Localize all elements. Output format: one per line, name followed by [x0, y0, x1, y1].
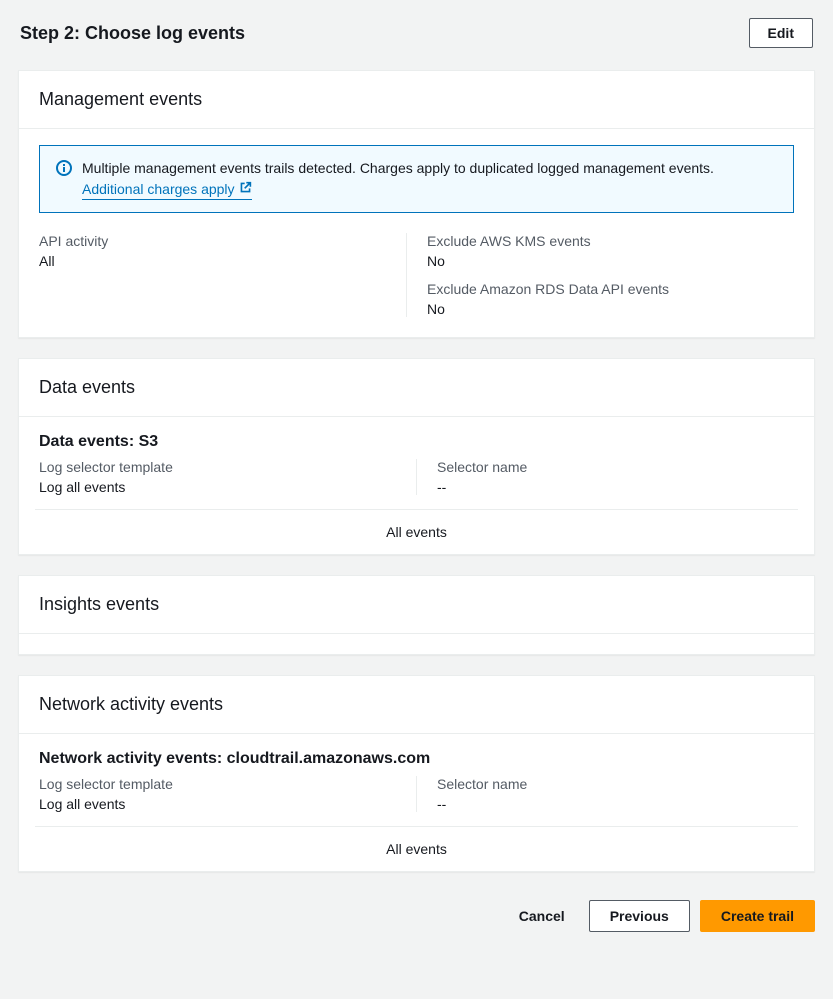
- exclude-rds-label: Exclude Amazon RDS Data API events: [427, 281, 774, 297]
- exclude-rds-value: No: [427, 301, 774, 317]
- data-events-subheading: Data events: S3: [39, 433, 794, 451]
- info-alert: Multiple management events trails detect…: [39, 145, 794, 213]
- network-selector-template-label: Log selector template: [39, 776, 396, 792]
- network-events-title: Network activity events: [39, 694, 794, 715]
- network-selector-name-label: Selector name: [437, 776, 794, 792]
- management-events-panel: Management events Multiple management ev…: [18, 70, 815, 338]
- data-selector-name-value: --: [437, 479, 794, 495]
- edit-button[interactable]: Edit: [749, 18, 813, 48]
- exclude-kms-value: No: [427, 253, 774, 269]
- management-events-title: Management events: [39, 89, 794, 110]
- data-selector-template-label: Log selector template: [39, 459, 396, 475]
- alert-link-label: Additional charges apply: [82, 181, 235, 198]
- additional-charges-link[interactable]: Additional charges apply: [82, 181, 252, 200]
- alert-text: Multiple management events trails detect…: [82, 160, 714, 176]
- create-trail-button[interactable]: Create trail: [700, 900, 815, 932]
- network-selector-name-value: --: [437, 796, 794, 812]
- api-activity-label: API activity: [39, 233, 386, 249]
- network-activity-events-panel: Network activity events Network activity…: [18, 675, 815, 872]
- data-events-panel: Data events Data events: S3 Log selector…: [18, 358, 815, 555]
- cancel-button[interactable]: Cancel: [505, 900, 579, 932]
- step-title: Step 2: Choose log events: [20, 23, 245, 44]
- network-selector-template-value: Log all events: [39, 796, 396, 812]
- exclude-kms-label: Exclude AWS KMS events: [427, 233, 774, 249]
- data-all-events: All events: [35, 509, 798, 554]
- previous-button[interactable]: Previous: [589, 900, 690, 932]
- info-icon: [56, 160, 72, 176]
- data-events-title: Data events: [39, 377, 794, 398]
- external-link-icon: [239, 181, 252, 198]
- insights-events-panel: Insights events: [18, 575, 815, 655]
- footer-actions: Cancel Previous Create trail: [18, 892, 815, 932]
- insights-events-title: Insights events: [39, 594, 794, 615]
- data-selector-template-value: Log all events: [39, 479, 396, 495]
- data-selector-name-label: Selector name: [437, 459, 794, 475]
- network-events-subheading: Network activity events: cloudtrail.amaz…: [39, 750, 794, 768]
- api-activity-value: All: [39, 253, 386, 269]
- network-all-events: All events: [35, 826, 798, 871]
